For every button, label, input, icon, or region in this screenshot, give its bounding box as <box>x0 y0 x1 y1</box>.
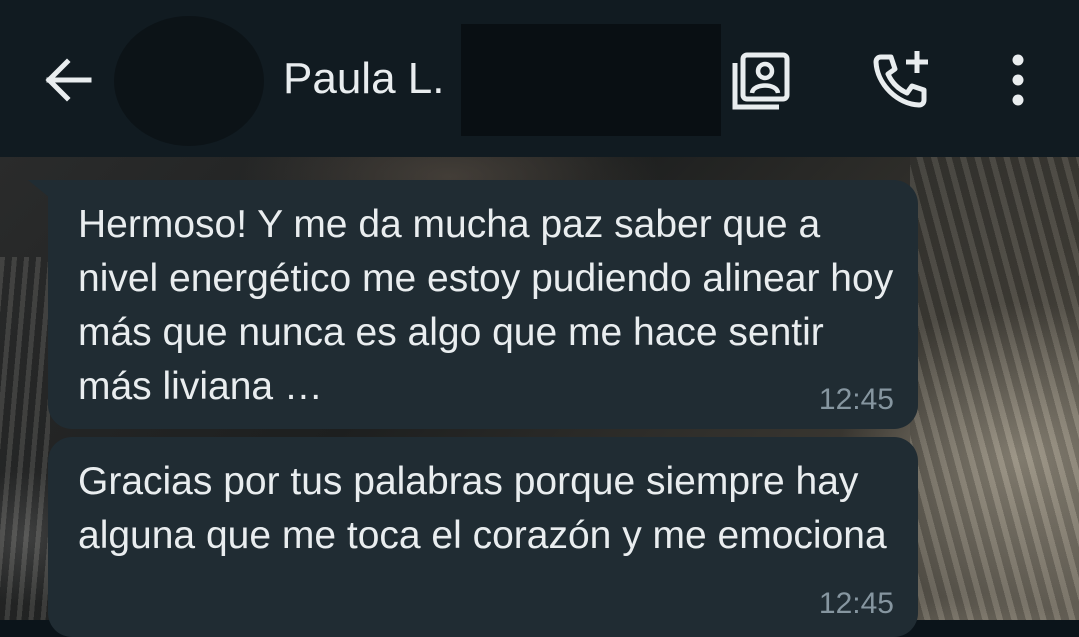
message-text: Gracias por tus palabras porque siempre … <box>78 460 887 557</box>
redacted-area <box>461 24 721 136</box>
message-timestamp: 12:45 <box>818 383 894 416</box>
add-call-button[interactable] <box>864 44 936 116</box>
add-call-icon <box>873 51 928 108</box>
contact-avatar[interactable] <box>114 16 264 146</box>
message-timestamp: 12:45 <box>818 587 894 620</box>
contact-name[interactable]: Paula L. <box>283 52 444 106</box>
arrow-left-icon <box>45 58 92 102</box>
contact-card-button[interactable] <box>726 44 798 116</box>
wallpaper-decoration-left <box>0 257 50 620</box>
contact-card-icon <box>732 52 790 110</box>
message-bubble[interactable]: Gracias por tus palabras porque siempre … <box>48 437 918 637</box>
chat-header: Paula L. <box>0 0 1079 157</box>
more-vertical-icon <box>1012 54 1024 106</box>
bubble-tail <box>28 180 50 198</box>
back-button[interactable] <box>38 50 98 110</box>
message-bubble[interactable]: Hermoso! Y me da mucha paz saber que a n… <box>48 180 918 429</box>
wallpaper-decoration <box>910 157 1079 620</box>
more-options-button[interactable] <box>982 44 1054 116</box>
message-text: Hermoso! Y me da mucha paz saber que a n… <box>78 203 894 408</box>
